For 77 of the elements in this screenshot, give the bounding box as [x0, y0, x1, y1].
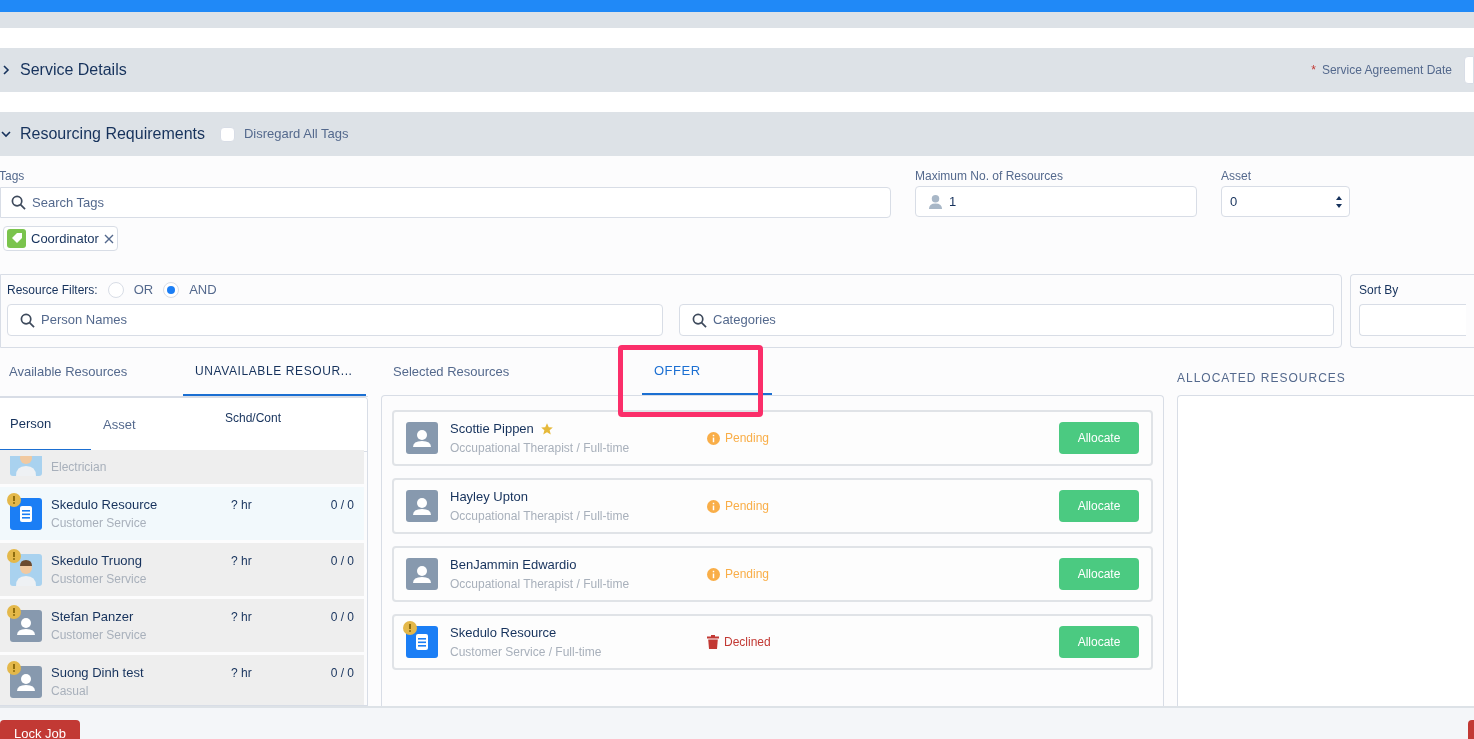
resource-role: Customer Service	[51, 627, 148, 645]
resource-role: Customer Service / Full-time	[450, 643, 603, 661]
resource-name: Skedulo Resource	[51, 495, 159, 514]
schedule-count: 0 / 0	[330, 553, 354, 570]
search-icon	[692, 312, 707, 328]
search-field[interactable]: Categories	[679, 304, 1334, 336]
trash-icon	[707, 635, 719, 649]
status-label: Declined	[724, 634, 771, 651]
resource-role: Occupational Therapist / Full-time	[450, 439, 631, 457]
field-label: Maximum No. of Resources	[915, 168, 1065, 185]
resource-row[interactable]: Suong Dinh test Casual ? hr 0 / 0	[0, 655, 364, 705]
field-label: Tags	[0, 168, 26, 185]
resource-role: Casual	[51, 683, 90, 701]
status-label: Pending	[725, 498, 770, 515]
resource-role: Electrician	[51, 459, 108, 476]
person-icon	[928, 194, 943, 209]
sort-field[interactable]	[1359, 304, 1466, 336]
close-icon[interactable]	[103, 233, 114, 244]
field-label: Asset	[1221, 168, 1252, 185]
tag-icon	[7, 229, 26, 248]
checkbox[interactable]	[220, 126, 235, 142]
radio-button[interactable]	[107, 281, 124, 298]
resource-name: BenJammin Edwardio	[450, 556, 577, 575]
resource-row[interactable]: Skedulo Truong Customer Service ? hr 0 / 0	[0, 543, 364, 596]
spinner-icon[interactable]	[1335, 194, 1343, 209]
hours-value: ? hr	[231, 609, 253, 626]
info-icon	[707, 567, 720, 581]
search-icon	[20, 312, 35, 328]
resource-name: Hayley Upton	[450, 488, 529, 507]
hours-value: ? hr	[231, 665, 253, 682]
schedule-count: 0 / 0	[330, 497, 354, 514]
search-field[interactable]: Search Tags	[0, 187, 891, 218]
hours-value: ? hr	[231, 553, 253, 570]
resource-role: Occupational Therapist / Full-time	[450, 575, 631, 593]
tag-chip[interactable]: Coordinator	[3, 226, 118, 251]
number-field[interactable]: 1	[915, 186, 1197, 217]
panel-title: ALLOCATED RESOURCES	[1177, 369, 1346, 387]
tab[interactable]: UNAVAILABLE RESOUR...	[183, 348, 366, 396]
date-field[interactable]	[1464, 56, 1474, 84]
tab[interactable]: Asset	[91, 398, 182, 451]
schedule-count: 0 / 0	[330, 609, 354, 626]
resource-name: Skedulo Resource	[450, 624, 557, 643]
resource-role: Occupational Therapist / Full-time	[450, 507, 631, 525]
radio-label: OR	[133, 280, 154, 299]
resource-row[interactable]: Skedulo Resource Customer Service ? hr 0 / 0	[0, 487, 364, 540]
info-icon	[707, 499, 720, 513]
checkbox-label: Disregard All Tags	[244, 125, 349, 144]
field-label: Sort By	[1359, 282, 1400, 299]
tab[interactable]: Available Resources	[0, 348, 183, 396]
radio-button[interactable]	[163, 281, 180, 298]
required-mark: *	[1311, 62, 1316, 79]
lock-job-button[interactable]: Lock Job	[0, 720, 80, 739]
section-title[interactable]: Service Details	[20, 58, 127, 82]
tab[interactable]: Selected Resources	[381, 348, 642, 395]
resource-name: Scottie Pippen	[450, 420, 534, 439]
schedule-count: 0 / 0	[330, 665, 354, 682]
section-title[interactable]: Resourcing Requirements	[20, 122, 205, 146]
column-header: Schd/Cont	[225, 410, 282, 427]
resource-role: Customer Service	[51, 571, 148, 589]
search-field[interactable]: Person Names	[7, 304, 663, 336]
chevron-right-icon[interactable]	[1, 65, 11, 75]
info-icon	[707, 431, 720, 445]
number-field[interactable]: 0	[1221, 186, 1350, 217]
status-label: Pending	[725, 566, 770, 583]
filter-label: Resource Filters:	[7, 281, 98, 299]
status-label: Pending	[725, 430, 770, 447]
resource-name: Skedulo Truong	[51, 551, 144, 570]
field-label: Service Agreement Date	[1321, 62, 1452, 79]
radio-label: AND	[189, 280, 217, 299]
resource-row[interactable]: Stefan Panzer Customer Service ? hr 0 / 0	[0, 599, 364, 652]
search-icon	[11, 195, 26, 210]
chevron-down-icon[interactable]	[1, 129, 11, 139]
hours-value: ? hr	[231, 497, 253, 514]
resource-name: Stefan Panzer	[51, 607, 135, 626]
footer-button[interactable]	[1468, 720, 1474, 739]
resource-name: Suong Dinh test	[51, 663, 145, 682]
resource-role: Customer Service	[51, 515, 148, 533]
